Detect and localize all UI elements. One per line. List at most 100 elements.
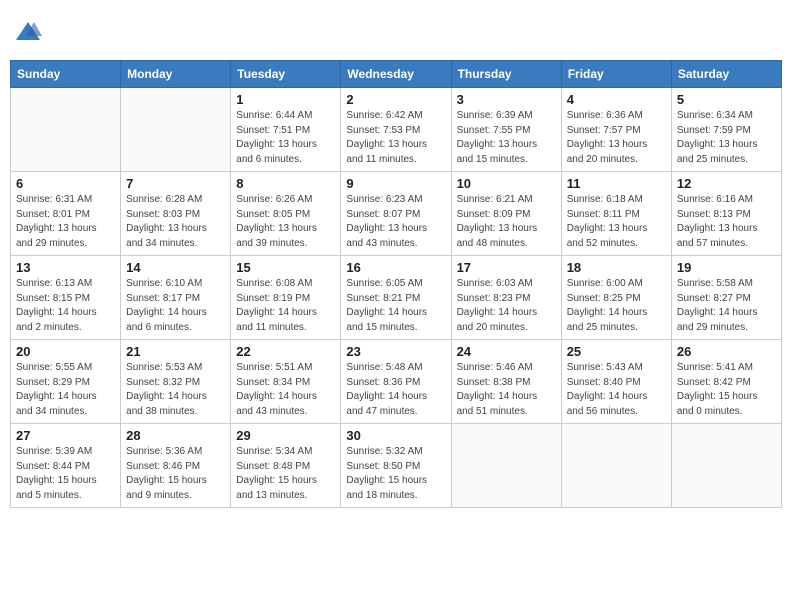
- calendar-cell: 4 Sunrise: 6:36 AMSunset: 7:57 PMDaylight…: [561, 88, 671, 172]
- calendar-cell: [11, 88, 121, 172]
- calendar-cell: 12 Sunrise: 6:16 AMSunset: 8:13 PMDayligh…: [671, 172, 781, 256]
- week-row-5: 27 Sunrise: 5:39 AMSunset: 8:44 PMDayligh…: [11, 424, 782, 508]
- day-number: 5: [677, 92, 776, 107]
- logo: [14, 18, 44, 46]
- day-info: Sunrise: 6:26 AMSunset: 8:05 PMDaylight:…: [236, 193, 335, 251]
- calendar-cell: 1 Sunrise: 6:44 AMSunset: 7:51 PMDaylight…: [231, 88, 341, 172]
- day-info: Sunrise: 6:36 AMSunset: 7:57 PMDaylight:…: [567, 109, 666, 167]
- day-number: 2: [346, 92, 445, 107]
- calendar-cell: 29 Sunrise: 5:34 AMSunset: 8:48 PMDayligh…: [231, 424, 341, 508]
- day-info: Sunrise: 6:42 AMSunset: 7:53 PMDaylight:…: [346, 109, 445, 167]
- week-row-2: 6 Sunrise: 6:31 AMSunset: 8:01 PMDaylight…: [11, 172, 782, 256]
- calendar-cell: [561, 424, 671, 508]
- day-number: 13: [16, 260, 115, 275]
- day-number: 29: [236, 428, 335, 443]
- day-number: 22: [236, 344, 335, 359]
- calendar-cell: 16Sunrise: 6:05 AMSunset: 8:21 PMDayligh…: [341, 256, 451, 340]
- week-row-3: 13 Sunrise: 6:13 AMSunset: 8:15 PMDayligh…: [11, 256, 782, 340]
- day-info: Sunrise: 5:46 AMSunset: 8:38 PMDaylight:…: [457, 361, 556, 419]
- day-info: Sunrise: 5:43 AMSunset: 8:40 PMDaylight:…: [567, 361, 666, 419]
- day-info: Sunrise: 5:51 AMSunset: 8:34 PMDaylight:…: [236, 361, 335, 419]
- calendar-cell: 28 Sunrise: 5:36 AMSunset: 8:46 PMDayligh…: [121, 424, 231, 508]
- weekday-header-friday: Friday: [561, 61, 671, 88]
- calendar-cell: 11 Sunrise: 6:18 AMSunset: 8:11 PMDayligh…: [561, 172, 671, 256]
- day-info: Sunrise: 6:34 AMSunset: 7:59 PMDaylight:…: [677, 109, 776, 167]
- calendar-cell: 19 Sunrise: 5:58 AMSunset: 8:27 PMDayligh…: [671, 256, 781, 340]
- week-row-4: 20Sunrise: 5:55 AMSunset: 8:29 PMDayligh…: [11, 340, 782, 424]
- calendar-cell: 13 Sunrise: 6:13 AMSunset: 8:15 PMDayligh…: [11, 256, 121, 340]
- weekday-header-tuesday: Tuesday: [231, 61, 341, 88]
- day-number: 28: [126, 428, 225, 443]
- weekday-header-monday: Monday: [121, 61, 231, 88]
- calendar-cell: 26 Sunrise: 5:41 AMSunset: 8:42 PMDayligh…: [671, 340, 781, 424]
- calendar-cell: [451, 424, 561, 508]
- calendar-cell: 7Sunrise: 6:28 AMSunset: 8:03 PMDaylight…: [121, 172, 231, 256]
- header: [10, 10, 782, 54]
- calendar-cell: 8Sunrise: 6:26 AMSunset: 8:05 PMDaylight…: [231, 172, 341, 256]
- day-info: Sunrise: 6:10 AMSunset: 8:17 PMDaylight:…: [126, 277, 225, 335]
- calendar-cell: 20Sunrise: 5:55 AMSunset: 8:29 PMDayligh…: [11, 340, 121, 424]
- day-number: 30: [346, 428, 445, 443]
- day-number: 3: [457, 92, 556, 107]
- day-number: 6: [16, 176, 115, 191]
- day-number: 9: [346, 176, 445, 191]
- calendar-cell: 21 Sunrise: 5:53 AMSunset: 8:32 PMDayligh…: [121, 340, 231, 424]
- day-info: Sunrise: 6:18 AMSunset: 8:11 PMDaylight:…: [567, 193, 666, 251]
- day-info: Sunrise: 6:23 AMSunset: 8:07 PMDaylight:…: [346, 193, 445, 251]
- day-number: 27: [16, 428, 115, 443]
- day-number: 21: [126, 344, 225, 359]
- calendar-cell: 27 Sunrise: 5:39 AMSunset: 8:44 PMDayligh…: [11, 424, 121, 508]
- day-number: 12: [677, 176, 776, 191]
- calendar-cell: 18Sunrise: 6:00 AMSunset: 8:25 PMDayligh…: [561, 256, 671, 340]
- day-info: Sunrise: 6:44 AMSunset: 7:51 PMDaylight:…: [236, 109, 335, 167]
- day-number: 19: [677, 260, 776, 275]
- day-info: Sunrise: 6:08 AMSunset: 8:19 PMDaylight:…: [236, 277, 335, 335]
- day-number: 14: [126, 260, 225, 275]
- day-info: Sunrise: 5:58 AMSunset: 8:27 PMDaylight:…: [677, 277, 776, 335]
- day-info: Sunrise: 5:32 AMSunset: 8:50 PMDaylight:…: [346, 445, 445, 503]
- calendar-cell: 9 Sunrise: 6:23 AMSunset: 8:07 PMDaylight…: [341, 172, 451, 256]
- day-number: 24: [457, 344, 556, 359]
- day-number: 23: [346, 344, 445, 359]
- weekday-header-thursday: Thursday: [451, 61, 561, 88]
- day-number: 18: [567, 260, 666, 275]
- calendar-cell: 6 Sunrise: 6:31 AMSunset: 8:01 PMDaylight…: [11, 172, 121, 256]
- day-info: Sunrise: 5:53 AMSunset: 8:32 PMDaylight:…: [126, 361, 225, 419]
- calendar-cell: 24 Sunrise: 5:46 AMSunset: 8:38 PMDayligh…: [451, 340, 561, 424]
- calendar-cell: 30 Sunrise: 5:32 AMSunset: 8:50 PMDayligh…: [341, 424, 451, 508]
- day-number: 25: [567, 344, 666, 359]
- calendar: SundayMondayTuesdayWednesdayThursdayFrid…: [10, 60, 782, 508]
- weekday-header-row: SundayMondayTuesdayWednesdayThursdayFrid…: [11, 61, 782, 88]
- day-info: Sunrise: 6:16 AMSunset: 8:13 PMDaylight:…: [677, 193, 776, 251]
- weekday-header-saturday: Saturday: [671, 61, 781, 88]
- calendar-cell: 10Sunrise: 6:21 AMSunset: 8:09 PMDayligh…: [451, 172, 561, 256]
- day-info: Sunrise: 5:48 AMSunset: 8:36 PMDaylight:…: [346, 361, 445, 419]
- calendar-cell: 15 Sunrise: 6:08 AMSunset: 8:19 PMDayligh…: [231, 256, 341, 340]
- calendar-cell: 17Sunrise: 6:03 AMSunset: 8:23 PMDayligh…: [451, 256, 561, 340]
- calendar-cell: 14 Sunrise: 6:10 AMSunset: 8:17 PMDayligh…: [121, 256, 231, 340]
- week-row-1: 1 Sunrise: 6:44 AMSunset: 7:51 PMDaylight…: [11, 88, 782, 172]
- day-number: 20: [16, 344, 115, 359]
- calendar-cell: 25 Sunrise: 5:43 AMSunset: 8:40 PMDayligh…: [561, 340, 671, 424]
- day-info: Sunrise: 6:31 AMSunset: 8:01 PMDaylight:…: [16, 193, 115, 251]
- day-info: Sunrise: 6:28 AMSunset: 8:03 PMDaylight:…: [126, 193, 225, 251]
- calendar-cell: 5 Sunrise: 6:34 AMSunset: 7:59 PMDaylight…: [671, 88, 781, 172]
- day-number: 4: [567, 92, 666, 107]
- calendar-cell: 2 Sunrise: 6:42 AMSunset: 7:53 PMDaylight…: [341, 88, 451, 172]
- day-info: Sunrise: 5:34 AMSunset: 8:48 PMDaylight:…: [236, 445, 335, 503]
- logo-icon: [14, 18, 42, 46]
- day-info: Sunrise: 5:39 AMSunset: 8:44 PMDaylight:…: [16, 445, 115, 503]
- calendar-cell: [121, 88, 231, 172]
- day-number: 17: [457, 260, 556, 275]
- calendar-cell: 22 Sunrise: 5:51 AMSunset: 8:34 PMDayligh…: [231, 340, 341, 424]
- day-number: 16: [346, 260, 445, 275]
- weekday-header-sunday: Sunday: [11, 61, 121, 88]
- day-number: 1: [236, 92, 335, 107]
- day-number: 11: [567, 176, 666, 191]
- day-number: 15: [236, 260, 335, 275]
- day-number: 10: [457, 176, 556, 191]
- day-info: Sunrise: 5:41 AMSunset: 8:42 PMDaylight:…: [677, 361, 776, 419]
- day-info: Sunrise: 6:13 AMSunset: 8:15 PMDaylight:…: [16, 277, 115, 335]
- day-number: 26: [677, 344, 776, 359]
- day-info: Sunrise: 5:36 AMSunset: 8:46 PMDaylight:…: [126, 445, 225, 503]
